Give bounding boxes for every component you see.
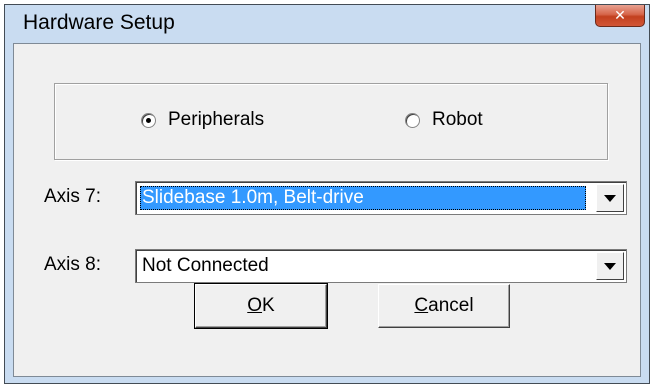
cancel-button-label: Cancel [414,295,474,316]
radio-unchecked-icon [405,112,420,128]
radio-peripherals[interactable]: Peripherals [141,108,264,132]
axis-8-label: Axis 8: [44,254,102,275]
axis-7-label: Axis 7: [44,186,102,207]
window-title: Hardware Setup [23,11,175,34]
radio-robot-label: Robot [432,109,483,130]
ok-button[interactable]: OK [194,283,328,329]
axis-8-select[interactable]: Not Connected [135,249,627,283]
axis-7-select[interactable]: Slidebase 1.0m, Belt-drive [135,181,627,215]
axis-7-dropdown-button[interactable] [596,184,624,212]
title-bar[interactable]: Hardware Setup ✕ [5,5,649,43]
axis-8-value: Not Connected [142,255,269,276]
mode-group-box: Peripherals Robot [54,83,608,160]
axis-8-dropdown-button[interactable] [596,252,624,280]
chevron-down-icon [604,262,616,270]
dialog-client-area: Peripherals Robot Axis 7: Slidebase 1.0m… [13,43,641,377]
chevron-down-icon [604,194,616,202]
radio-peripherals-label: Peripherals [168,109,265,130]
close-icon: ✕ [614,7,626,24]
radio-checked-icon [141,112,156,128]
close-button[interactable]: ✕ [595,5,645,27]
cancel-button[interactable]: Cancel [378,284,510,328]
axis-7-value: Slidebase 1.0m, Belt-drive [140,186,586,210]
hardware-setup-dialog: Hardware Setup ✕ Peripherals Robot Axis … [4,4,650,384]
ok-button-label: OK [247,295,275,316]
radio-robot[interactable]: Robot [405,108,483,132]
